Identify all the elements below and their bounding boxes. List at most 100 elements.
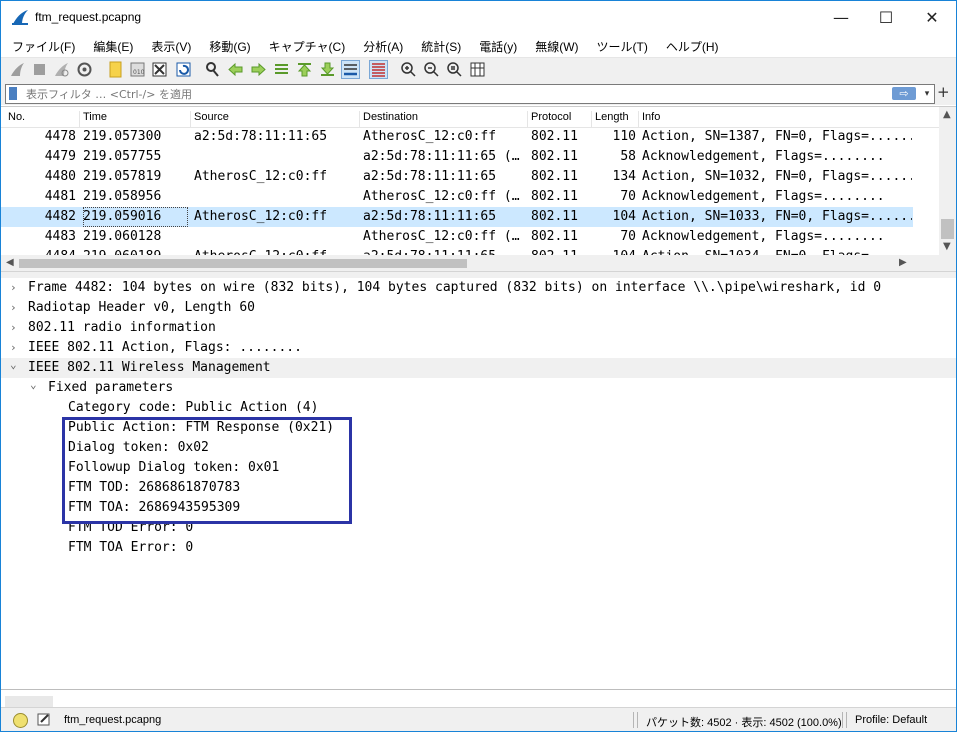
menu-view[interactable]: 表示(V) [140, 35, 198, 57]
chevron-right-icon[interactable]: › [10, 278, 17, 298]
packet-time: 219.057755 [83, 149, 162, 164]
open-file-icon[interactable] [107, 61, 124, 78]
menu-telephony[interactable]: 電話(y) [468, 35, 524, 57]
column-header-destination[interactable]: Destination [359, 111, 418, 127]
column-header-source[interactable]: Source [190, 111, 229, 127]
go-forward-icon[interactable] [250, 61, 267, 78]
packet-time: 219.059016 [83, 207, 188, 227]
menu-edit[interactable]: 編集(E) [82, 35, 140, 57]
menu-file[interactable]: ファイル(F) [1, 35, 82, 57]
zoom-normal-icon[interactable] [446, 61, 463, 78]
packet-info: Action, SN=1034, FN=0, Flags=...... [642, 247, 912, 255]
packet-destination: a2:5d:78:11:11:65 [363, 169, 497, 184]
packet-row[interactable]: 4484 219.060189 AtherosC_12:c0:ff a2:5d:… [1, 247, 913, 255]
stop-icon[interactable] [31, 61, 48, 78]
packet-row[interactable]: 4478 219.057300 a2:5d:78:11:11:65 Athero… [1, 127, 913, 147]
display-filter-input[interactable] [26, 85, 876, 103]
reload-icon[interactable] [175, 61, 192, 78]
go-to-packet-icon[interactable] [273, 61, 290, 78]
status-separator [633, 712, 634, 728]
menu-tools[interactable]: ツール(T) [586, 35, 655, 57]
scroll-left-icon[interactable]: ◀ [6, 257, 14, 268]
chevron-down-icon[interactable]: ⌄ [10, 355, 17, 375]
chevron-right-icon[interactable]: › [10, 318, 17, 338]
capture-comment-icon[interactable] [37, 712, 51, 726]
status-separator [842, 712, 843, 728]
colorize-icon[interactable] [369, 60, 388, 79]
scroll-right-icon[interactable]: ▶ [899, 257, 907, 268]
column-header-protocol[interactable]: Protocol [527, 111, 571, 127]
packet-info: Action, SN=1032, FN=0, Flags=...... [642, 169, 912, 184]
vertical-scroll-thumb[interactable] [941, 219, 954, 239]
zoom-in-icon[interactable] [400, 61, 417, 78]
go-first-icon[interactable] [296, 61, 313, 78]
packet-destination: AtherosC_12:c0:ff [363, 129, 497, 144]
capture-options-icon[interactable] [76, 61, 93, 78]
column-header-no[interactable]: No. [5, 111, 25, 127]
tree-item-wireless-management[interactable]: ⌄ IEEE 802.11 Wireless Management [1, 358, 956, 378]
add-filter-button[interactable]: + [937, 83, 950, 101]
maximize-button[interactable]: ☐ [863, 1, 909, 34]
menu-go[interactable]: 移動(G) [198, 35, 257, 57]
packet-time: 219.060128 [83, 229, 162, 244]
resize-columns-icon[interactable] [469, 61, 486, 78]
packet-bytes-pane[interactable] [1, 689, 956, 708]
packet-no: 4483 [44, 229, 76, 244]
tree-item-80211-action[interactable]: › IEEE 802.11 Action, Flags: ........ [1, 338, 956, 358]
tree-item-category-code[interactable]: Category code: Public Action (4) [1, 398, 956, 418]
packet-row[interactable]: 4480 219.057819 AtherosC_12:c0:ff a2:5d:… [1, 167, 913, 187]
packet-protocol: 802.11 [531, 209, 578, 224]
shark-fin-start-icon[interactable] [9, 61, 26, 78]
column-header-time[interactable]: Time [79, 111, 107, 127]
chevron-down-icon[interactable]: ⌄ [30, 375, 37, 395]
close-button[interactable]: ✕ [909, 1, 955, 34]
tree-item-fixed-parameters[interactable]: ⌄ Fixed parameters [1, 378, 956, 398]
scroll-down-icon[interactable]: ▼ [943, 241, 951, 252]
horizontal-scroll-thumb[interactable] [19, 259, 467, 268]
go-last-icon[interactable] [319, 61, 336, 78]
bookmark-icon[interactable] [9, 87, 17, 100]
menu-help[interactable]: ヘルプ(H) [655, 35, 726, 57]
packet-row[interactable]: 4481 219.058956 AtherosC_12:c0:ff (… 802… [1, 187, 913, 207]
tree-item-label: IEEE 802.11 Action, Flags: ........ [28, 340, 302, 355]
menu-capture[interactable]: キャプチャ(C) [258, 35, 353, 57]
expert-info-icon[interactable] [13, 713, 28, 728]
packet-destination: a2:5d:78:11:11:65 [363, 247, 525, 255]
packet-row[interactable]: 4483 219.060128 AtherosC_12:c0:ff (… 802… [1, 227, 913, 247]
minimize-button[interactable]: — [818, 1, 864, 34]
packet-row[interactable]: 4479 219.057755 a2:5d:78:11:11:65 (… 802… [1, 147, 913, 167]
tree-item-radio-information[interactable]: › 802.11 radio information [1, 318, 956, 338]
zoom-out-icon[interactable] [423, 61, 440, 78]
tree-item-ftm-toa-error[interactable]: FTM TOA Error: 0 [1, 538, 956, 558]
column-header-length[interactable]: Length [591, 111, 629, 127]
menu-wireless[interactable]: 無線(W) [524, 35, 585, 57]
save-file-icon[interactable]: 010 [129, 61, 146, 78]
tree-item-frame[interactable]: › Frame 4482: 104 bytes on wire (832 bit… [1, 278, 956, 298]
status-profile[interactable]: Profile: Default [855, 714, 927, 726]
filter-history-chevron-down-icon[interactable]: ▾ [920, 85, 934, 103]
apply-filter-arrow-icon[interactable]: ⇨ [892, 87, 916, 100]
autoscroll-icon[interactable] [341, 60, 360, 79]
packet-row-selected[interactable]: 4482 219.059016 AtherosC_12:c0:ff a2:5d:… [1, 207, 913, 227]
go-back-icon[interactable] [227, 61, 244, 78]
packet-no: 4479 [44, 149, 76, 164]
packet-length: 70 [620, 229, 636, 244]
packet-info: Action, SN=1387, FN=0, Flags=...... [642, 129, 912, 144]
menu-statistics[interactable]: 統計(S) [410, 35, 468, 57]
menu-analyze[interactable]: 分析(A) [352, 35, 410, 57]
close-file-icon[interactable] [151, 61, 168, 78]
packet-list-header: No. Time Source Destination Protocol Len… [1, 107, 939, 128]
packet-list-horizontal-scrollbar[interactable]: ◀ ▶ [1, 255, 956, 272]
packet-protocol: 802.11 [531, 129, 578, 144]
packet-time: 219.057300 [83, 129, 162, 144]
scroll-up-icon[interactable]: ▲ [943, 109, 951, 120]
packet-list-vertical-scrollbar[interactable]: ▲ ▼ [939, 107, 956, 255]
chevron-right-icon[interactable]: › [10, 298, 17, 318]
status-bar: ftm_request.pcapng パケット数: 4502 · 表示: 450… [1, 707, 956, 731]
column-header-info[interactable]: Info [638, 111, 660, 127]
tree-item-radiotap[interactable]: › Radiotap Header v0, Length 60 [1, 298, 956, 318]
menu-bar: ファイル(F) 編集(E) 表示(V) 移動(G) キャプチャ(C) 分析(A)… [1, 35, 956, 57]
find-packet-icon[interactable] [204, 61, 221, 78]
packet-length: 104 [593, 247, 636, 255]
restart-icon[interactable] [53, 61, 70, 78]
